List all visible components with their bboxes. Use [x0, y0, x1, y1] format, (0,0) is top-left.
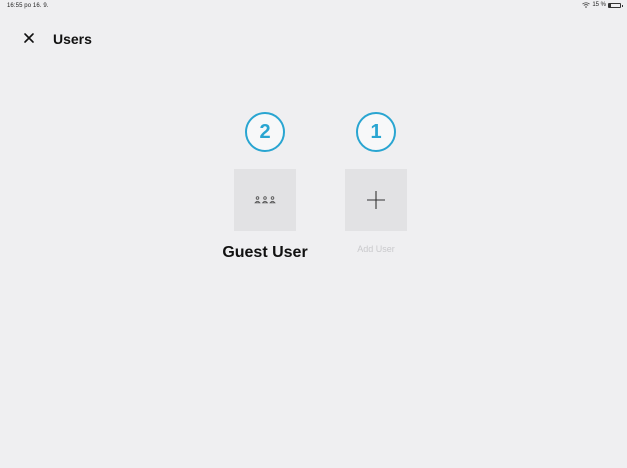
header: Users: [0, 28, 627, 52]
people-icon: [254, 196, 276, 204]
battery-icon: [608, 2, 623, 8]
guest-user-callout-badge: 2: [245, 112, 285, 152]
plus-icon: [366, 190, 386, 210]
guest-user-avatar-button[interactable]: [234, 169, 296, 231]
battery-percentage: 15 %: [592, 2, 606, 8]
status-time: 16:55 po 16. 9.: [7, 3, 49, 9]
add-user-callout-badge: 1: [356, 112, 396, 152]
status-bar: 16:55 po 16. 9. 15 %: [0, 0, 627, 14]
wifi-icon: [582, 2, 591, 8]
add-user-label: Add User: [357, 244, 395, 254]
close-icon[interactable]: [21, 30, 37, 46]
guest-user-label: Guest User: [222, 244, 308, 261]
status-right: 15 %: [582, 2, 623, 8]
add-user-button[interactable]: [345, 169, 407, 231]
page-title: Users: [53, 31, 92, 47]
battery-level-fill: [609, 3, 611, 7]
